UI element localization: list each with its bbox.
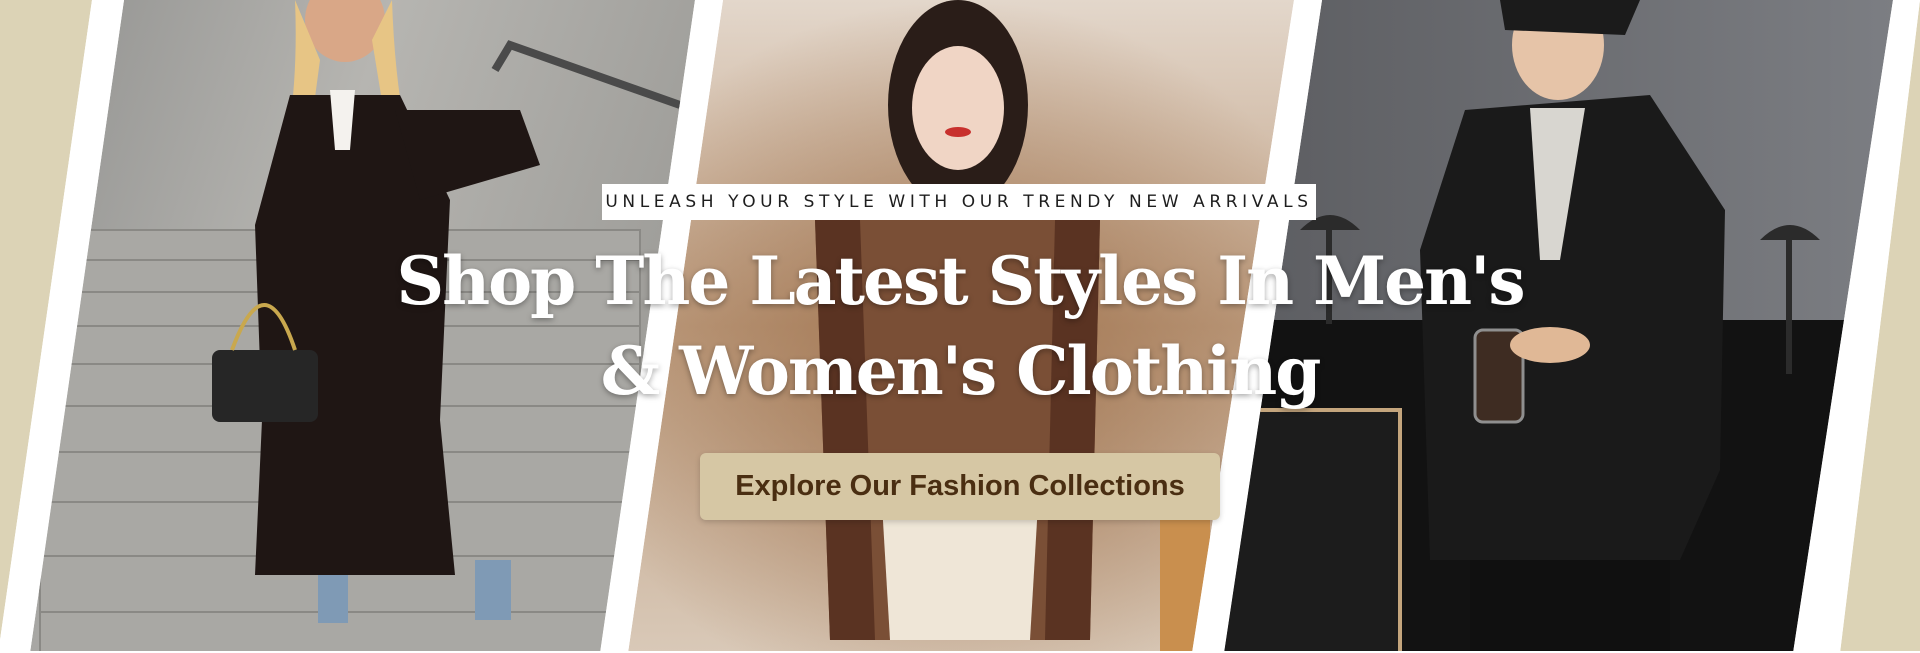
hero-tagline: UNLEASH YOUR STYLE WITH OUR TRENDY NEW A… bbox=[602, 184, 1316, 220]
explore-collections-button[interactable]: Explore Our Fashion Collections bbox=[700, 453, 1220, 520]
hero-text-overlay: UNLEASH YOUR STYLE WITH OUR TRENDY NEW A… bbox=[0, 0, 1920, 653]
hero-headline: Shop The Latest Styles In Men's & Women'… bbox=[360, 236, 1560, 416]
hero-banner: UNLEASH YOUR STYLE WITH OUR TRENDY NEW A… bbox=[0, 0, 1920, 653]
headline-line-2: & Women's Clothing bbox=[600, 332, 1322, 410]
headline-line-1: Shop The Latest Styles In Men's bbox=[396, 242, 1525, 320]
